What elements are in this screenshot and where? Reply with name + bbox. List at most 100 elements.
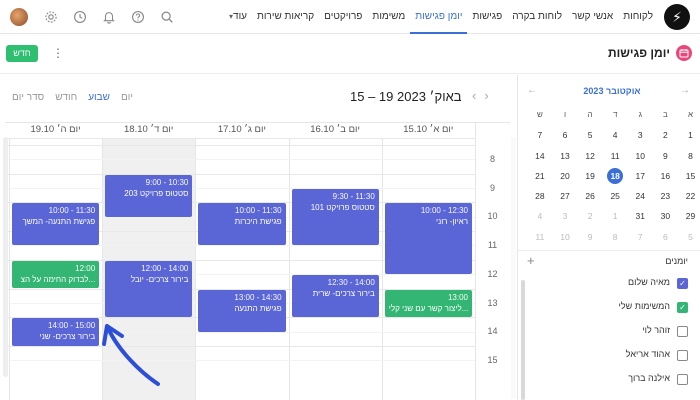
nav-item[interactable]: לקוחות <box>618 0 658 34</box>
plus-icon[interactable]: + <box>527 253 535 268</box>
mini-calendar-day[interactable]: 5 <box>578 125 603 145</box>
calendar-event[interactable]: 9:30 - 11:30 סטטוס פרויקט 101 <box>291 189 379 246</box>
mini-calendar-day[interactable]: 9 <box>578 227 603 247</box>
mini-calendar-day[interactable]: 5 <box>678 227 700 247</box>
chevron-right-icon[interactable]: → <box>680 83 690 99</box>
mini-calendar-day[interactable]: 6 <box>552 125 577 145</box>
mini-calendar-day[interactable]: 13 <box>552 146 577 166</box>
calendar-event[interactable]: 13:00 - 14:30 פגישת התנעה <box>198 289 286 332</box>
nav-more-menu[interactable]: עוד ▾ <box>221 0 252 34</box>
mini-calendar-day[interactable]: 18 <box>603 166 628 186</box>
calendar-checkbox[interactable]: ✓ <box>677 302 688 313</box>
mini-calendar-day[interactable]: 4 <box>527 206 552 226</box>
view-tab[interactable]: יום <box>121 92 133 103</box>
view-tab[interactable]: חודש <box>55 92 77 103</box>
mini-calendar-day[interactable]: 6 <box>653 227 678 247</box>
calendar-item[interactable]: ✓ המשימות שלי <box>517 297 700 321</box>
nav-item[interactable]: קריאות שירות <box>252 0 319 34</box>
mini-calendar-day[interactable]: 15 <box>678 166 700 186</box>
nav-item[interactable]: פרויקטים <box>319 0 367 34</box>
mini-calendar-month[interactable]: אוקטובר 2023 <box>567 83 657 99</box>
mini-calendar-day[interactable]: 19 <box>578 166 603 186</box>
mini-calendar-day[interactable]: 9 <box>653 146 678 166</box>
day-header[interactable]: יום ב׳ 16.10 <box>289 124 382 135</box>
mini-calendar-day[interactable]: 7 <box>628 227 653 247</box>
more-options-icon[interactable]: ⋮ <box>52 45 64 62</box>
mini-calendar-day[interactable]: 8 <box>603 227 628 247</box>
day-header[interactable]: יום ד׳ 18.10 <box>102 124 195 135</box>
mini-calendar-day[interactable]: 25 <box>603 186 628 206</box>
calendar-checkbox[interactable] <box>677 350 688 361</box>
chevron-left-icon[interactable]: ← <box>527 83 537 99</box>
calendar-checkbox[interactable] <box>677 326 688 337</box>
chevron-left-icon[interactable]: ‹ <box>472 88 484 103</box>
mini-calendar-day[interactable]: 30 <box>653 206 678 226</box>
calendar-event[interactable]: 12:00 - 14:00 בירור צרכים- יובל <box>105 260 193 318</box>
nav-item[interactable]: משימות <box>367 0 410 34</box>
help-icon[interactable] <box>125 4 151 30</box>
nav-item[interactable]: אנשי קשר <box>567 0 618 34</box>
mini-calendar-day[interactable]: 24 <box>628 186 653 206</box>
mini-calendar-day[interactable]: 11 <box>603 146 628 166</box>
calendar-event[interactable]: 9:00 - 10:30 סטטוס פרויקט 203 <box>105 174 193 217</box>
mini-calendar-day[interactable]: 21 <box>527 166 552 186</box>
mini-calendar-day[interactable]: 23 <box>653 186 678 206</box>
app-logo[interactable]: ⚡ <box>664 4 690 30</box>
avatar[interactable] <box>10 8 28 26</box>
mini-calendar-day[interactable]: 14 <box>527 146 552 166</box>
nav-item[interactable]: פגישות <box>467 0 507 34</box>
calendar-event[interactable]: 10:00 - 11:30 פגישת התנעה- המשך <box>12 203 100 246</box>
calendar-event[interactable]: 10:00 - 12:30 ראיון- רוני <box>384 203 472 275</box>
clock-icon[interactable] <box>67 4 93 30</box>
calendar-icon <box>676 45 692 61</box>
mini-calendar-day[interactable]: 26 <box>578 186 603 206</box>
nav-item[interactable]: לוחות בקרה <box>507 0 567 34</box>
calendar-event[interactable]: 12:00 לבדוק החימה על הצ... <box>12 260 100 289</box>
mini-calendar-day[interactable]: 22 <box>678 186 700 206</box>
mini-calendar-day[interactable]: 10 <box>552 227 577 247</box>
calendar-item[interactable]: ✓ מאיה שלום <box>517 273 700 297</box>
mini-calendar-day[interactable]: 4 <box>603 125 628 145</box>
mini-calendar-day[interactable]: 1 <box>678 125 700 145</box>
calendar-checkbox[interactable] <box>677 374 688 385</box>
view-tab[interactable]: שבוע <box>88 92 110 103</box>
mini-calendar-day[interactable]: 2 <box>578 206 603 226</box>
new-button[interactable]: חדש <box>6 45 38 62</box>
mini-calendar-day[interactable]: 27 <box>552 186 577 206</box>
calendar-event[interactable]: 13:00 ליצור קשר עם שני קלי... <box>384 289 472 318</box>
mini-calendar-day[interactable]: 11 <box>527 227 552 247</box>
gear-icon[interactable] <box>38 4 64 30</box>
mini-calendar-day[interactable]: 12 <box>578 146 603 166</box>
calendar-item[interactable]: זוהר לוי <box>517 321 700 345</box>
calendar-item[interactable]: אילנה ברוך <box>517 369 700 393</box>
calendar-checkbox[interactable]: ✓ <box>677 278 688 289</box>
bell-icon[interactable] <box>96 4 122 30</box>
calendar-event[interactable]: 14:00 - 15:00 בירור צרכים- שני <box>12 318 100 346</box>
mini-calendar-day[interactable]: 7 <box>527 125 552 145</box>
scrollbar[interactable] <box>3 137 8 377</box>
mini-calendar-day[interactable]: 1 <box>603 206 628 226</box>
view-tab[interactable]: סדר יום <box>12 92 44 103</box>
mini-calendar-day[interactable]: 2 <box>653 125 678 145</box>
mini-calendar-day[interactable]: 31 <box>628 206 653 226</box>
vertical-scrollbar[interactable] <box>511 137 516 399</box>
nav-item[interactable]: יומן פגישות <box>410 0 468 34</box>
mini-calendar-day[interactable]: 8 <box>678 146 700 166</box>
mini-calendar-day[interactable]: 16 <box>653 166 678 186</box>
calendar-event[interactable]: 12:30 - 14:00 בירור צרכים- שרית <box>291 275 379 318</box>
mini-calendar-day[interactable]: 3 <box>552 206 577 226</box>
calendar-item[interactable]: אהוד אריאל <box>517 345 700 369</box>
mini-calendar-day[interactable]: 3 <box>628 125 653 145</box>
day-header[interactable]: יום ה׳ 19.10 <box>9 124 102 135</box>
mini-calendar-day[interactable]: 10 <box>628 146 653 166</box>
day-header[interactable]: יום א׳ 15.10 <box>382 124 475 135</box>
search-icon[interactable] <box>154 4 180 30</box>
calendar-event[interactable]: 10:00 - 11:30 פגישת היכרות <box>198 203 286 246</box>
sidebar-scrollbar[interactable] <box>521 280 525 400</box>
chevron-right-icon[interactable]: › <box>484 88 496 103</box>
day-header[interactable]: יום ג׳ 17.10 <box>195 124 288 135</box>
mini-calendar-day[interactable]: 20 <box>552 166 577 186</box>
mini-calendar-day[interactable]: 29 <box>678 206 700 226</box>
mini-calendar-day[interactable]: 17 <box>628 166 653 186</box>
mini-calendar-day[interactable]: 28 <box>527 186 552 206</box>
